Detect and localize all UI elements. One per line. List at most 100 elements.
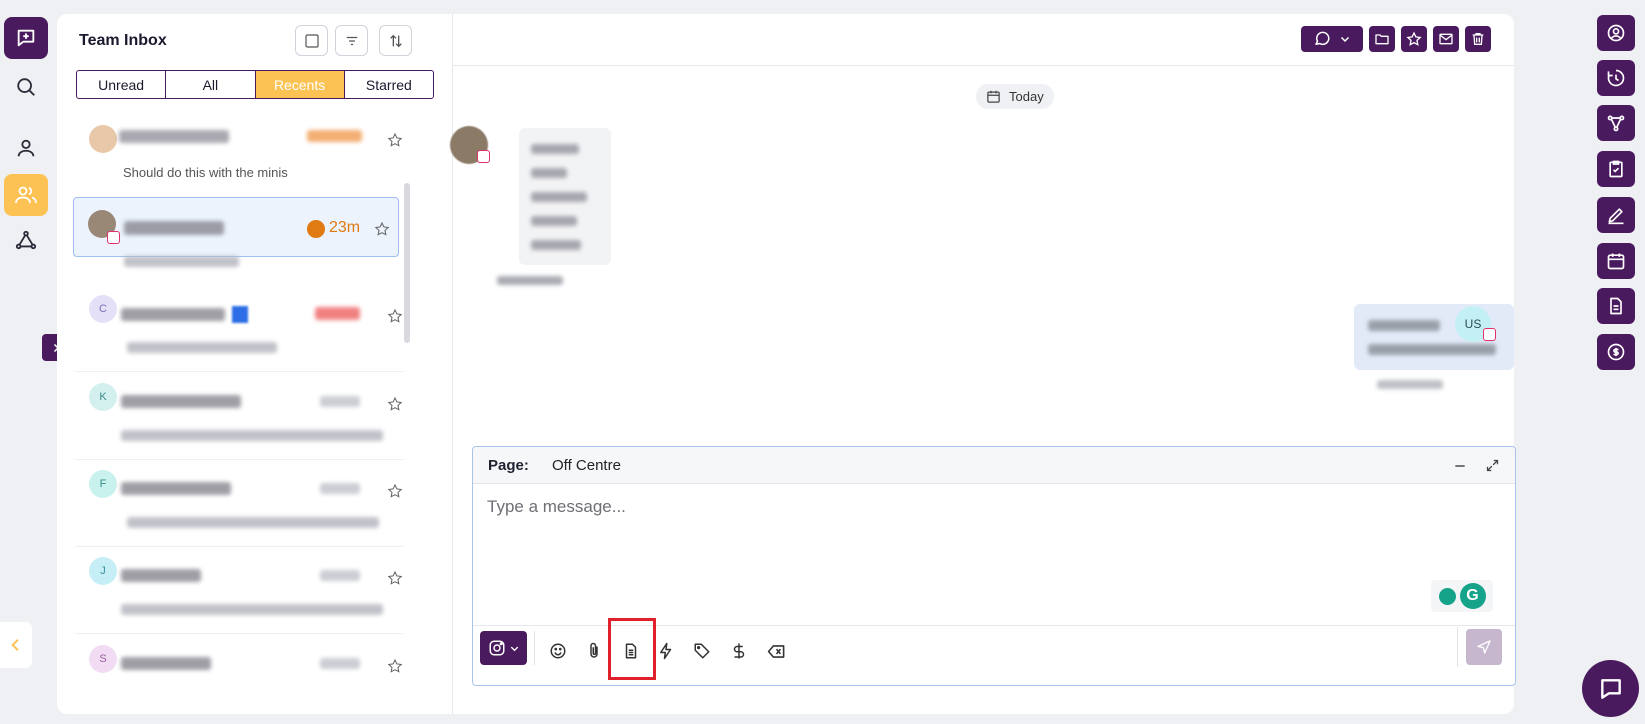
chat-icon: [1600, 678, 1621, 699]
message-preview: [127, 517, 379, 528]
rail-calendar-button[interactable]: [1597, 243, 1635, 279]
star-icon[interactable]: [387, 132, 403, 148]
page-value[interactable]: Off Centre: [552, 457, 621, 474]
workflows-button[interactable]: [4, 219, 48, 261]
contact-name: [121, 569, 201, 582]
filter-button[interactable]: [335, 25, 368, 56]
avatar: F: [89, 470, 117, 498]
rail-history-button[interactable]: [1597, 60, 1635, 96]
divider: [534, 631, 535, 665]
payment-button[interactable]: [723, 635, 755, 667]
clipboard-icon: [1609, 160, 1623, 178]
pen-icon: [1608, 208, 1624, 225]
chevron-down-icon: [1340, 36, 1350, 43]
team-inbox-button[interactable]: [4, 174, 48, 216]
grammarly-widget[interactable]: G: [1431, 580, 1493, 612]
list-item[interactable]: S: [75, 634, 403, 694]
date-divider: Today: [976, 84, 1054, 109]
avatar: J: [89, 557, 117, 585]
star-icon[interactable]: [387, 396, 403, 412]
rail-payments-button[interactable]: [1597, 334, 1635, 370]
star-icon[interactable]: [374, 221, 390, 237]
tab-starred[interactable]: Starred: [345, 71, 433, 98]
contact-name: [121, 482, 231, 495]
inbox-title: Team Inbox: [79, 32, 167, 49]
help-chat-button[interactable]: [1582, 660, 1639, 717]
emoji-button[interactable]: [542, 635, 574, 667]
clear-icon: [767, 644, 784, 658]
channel-selector[interactable]: [480, 631, 527, 665]
message-time: [497, 276, 563, 285]
send-button[interactable]: [1466, 629, 1502, 665]
checkbox-icon: [304, 33, 319, 48]
message-preview: [127, 342, 277, 353]
time-label: [320, 570, 360, 581]
lightbulb-icon: [1438, 587, 1456, 605]
filter-icon: [346, 36, 357, 45]
history-icon: [1607, 69, 1625, 87]
contact-name: [121, 395, 241, 408]
contact-name: [121, 308, 225, 321]
inbox-tabs: Unread All Recents Starred: [76, 70, 434, 99]
list-item-selected[interactable]: 23m: [73, 197, 399, 267]
contact-name: [124, 221, 224, 235]
list-item[interactable]: C: [75, 284, 403, 372]
list-item[interactable]: K: [75, 372, 403, 460]
divider: [453, 65, 1514, 66]
collapse-sidebar-button[interactable]: [0, 622, 32, 668]
compose-button[interactable]: [4, 17, 48, 59]
attachment-icon: [590, 642, 598, 658]
star-icon[interactable]: [387, 570, 403, 586]
tab-all[interactable]: All: [166, 71, 256, 98]
compose-icon: [17, 29, 35, 47]
time-label: [315, 307, 360, 320]
rail-tasks-button[interactable]: [1597, 151, 1635, 187]
folder-icon: [1375, 34, 1389, 45]
rail-profile-button[interactable]: [1597, 15, 1635, 51]
list-item[interactable]: Should do this with the minis: [75, 114, 403, 202]
mark-unread-button[interactable]: [1433, 26, 1459, 52]
star-icon[interactable]: [387, 658, 403, 674]
composer-header: Page: Off Centre: [473, 447, 1515, 484]
profile-icon: [1607, 24, 1625, 42]
search-button[interactable]: [4, 66, 48, 108]
tag-icon: [694, 643, 710, 659]
clear-button[interactable]: [760, 635, 792, 667]
message-preview: [124, 256, 239, 267]
tab-unread[interactable]: Unread: [77, 71, 167, 98]
assign-button[interactable]: [1301, 26, 1363, 52]
highlight-box: [608, 618, 656, 680]
minimize-icon[interactable]: [1453, 459, 1467, 473]
user-icon: [17, 139, 35, 157]
share-icon: [1607, 115, 1625, 132]
tab-recents[interactable]: Recents: [255, 71, 345, 98]
message-time: [1377, 380, 1443, 389]
star-conversation-button[interactable]: [1401, 26, 1427, 52]
calendar-icon: [1607, 253, 1625, 270]
tag-button[interactable]: [686, 635, 718, 667]
team-icon: [15, 186, 37, 204]
list-scrollbar[interactable]: [404, 183, 410, 343]
expand-icon[interactable]: [1485, 458, 1500, 473]
rail-notes-button[interactable]: [1597, 197, 1635, 233]
send-icon: [1477, 640, 1491, 654]
message-preview: Should do this with the minis: [123, 165, 288, 180]
sort-button[interactable]: [379, 25, 412, 56]
contacts-button[interactable]: [4, 127, 48, 169]
star-icon[interactable]: [387, 308, 403, 324]
attach-button[interactable]: [578, 635, 610, 667]
dollar-icon: [733, 643, 745, 659]
move-to-folder-button[interactable]: [1369, 26, 1395, 52]
message-input[interactable]: [487, 497, 1417, 617]
select-all-button[interactable]: [295, 25, 328, 56]
list-item[interactable]: F: [75, 459, 403, 547]
timer-label: 23m: [329, 219, 361, 236]
rail-share-button[interactable]: [1597, 105, 1635, 141]
delete-button[interactable]: [1465, 26, 1491, 52]
list-item[interactable]: J: [75, 546, 403, 634]
star-icon: [1406, 31, 1422, 46]
star-icon[interactable]: [387, 483, 403, 499]
avatar: [89, 125, 117, 153]
grammarly-icon: G: [1459, 583, 1486, 609]
rail-documents-button[interactable]: [1597, 288, 1635, 324]
